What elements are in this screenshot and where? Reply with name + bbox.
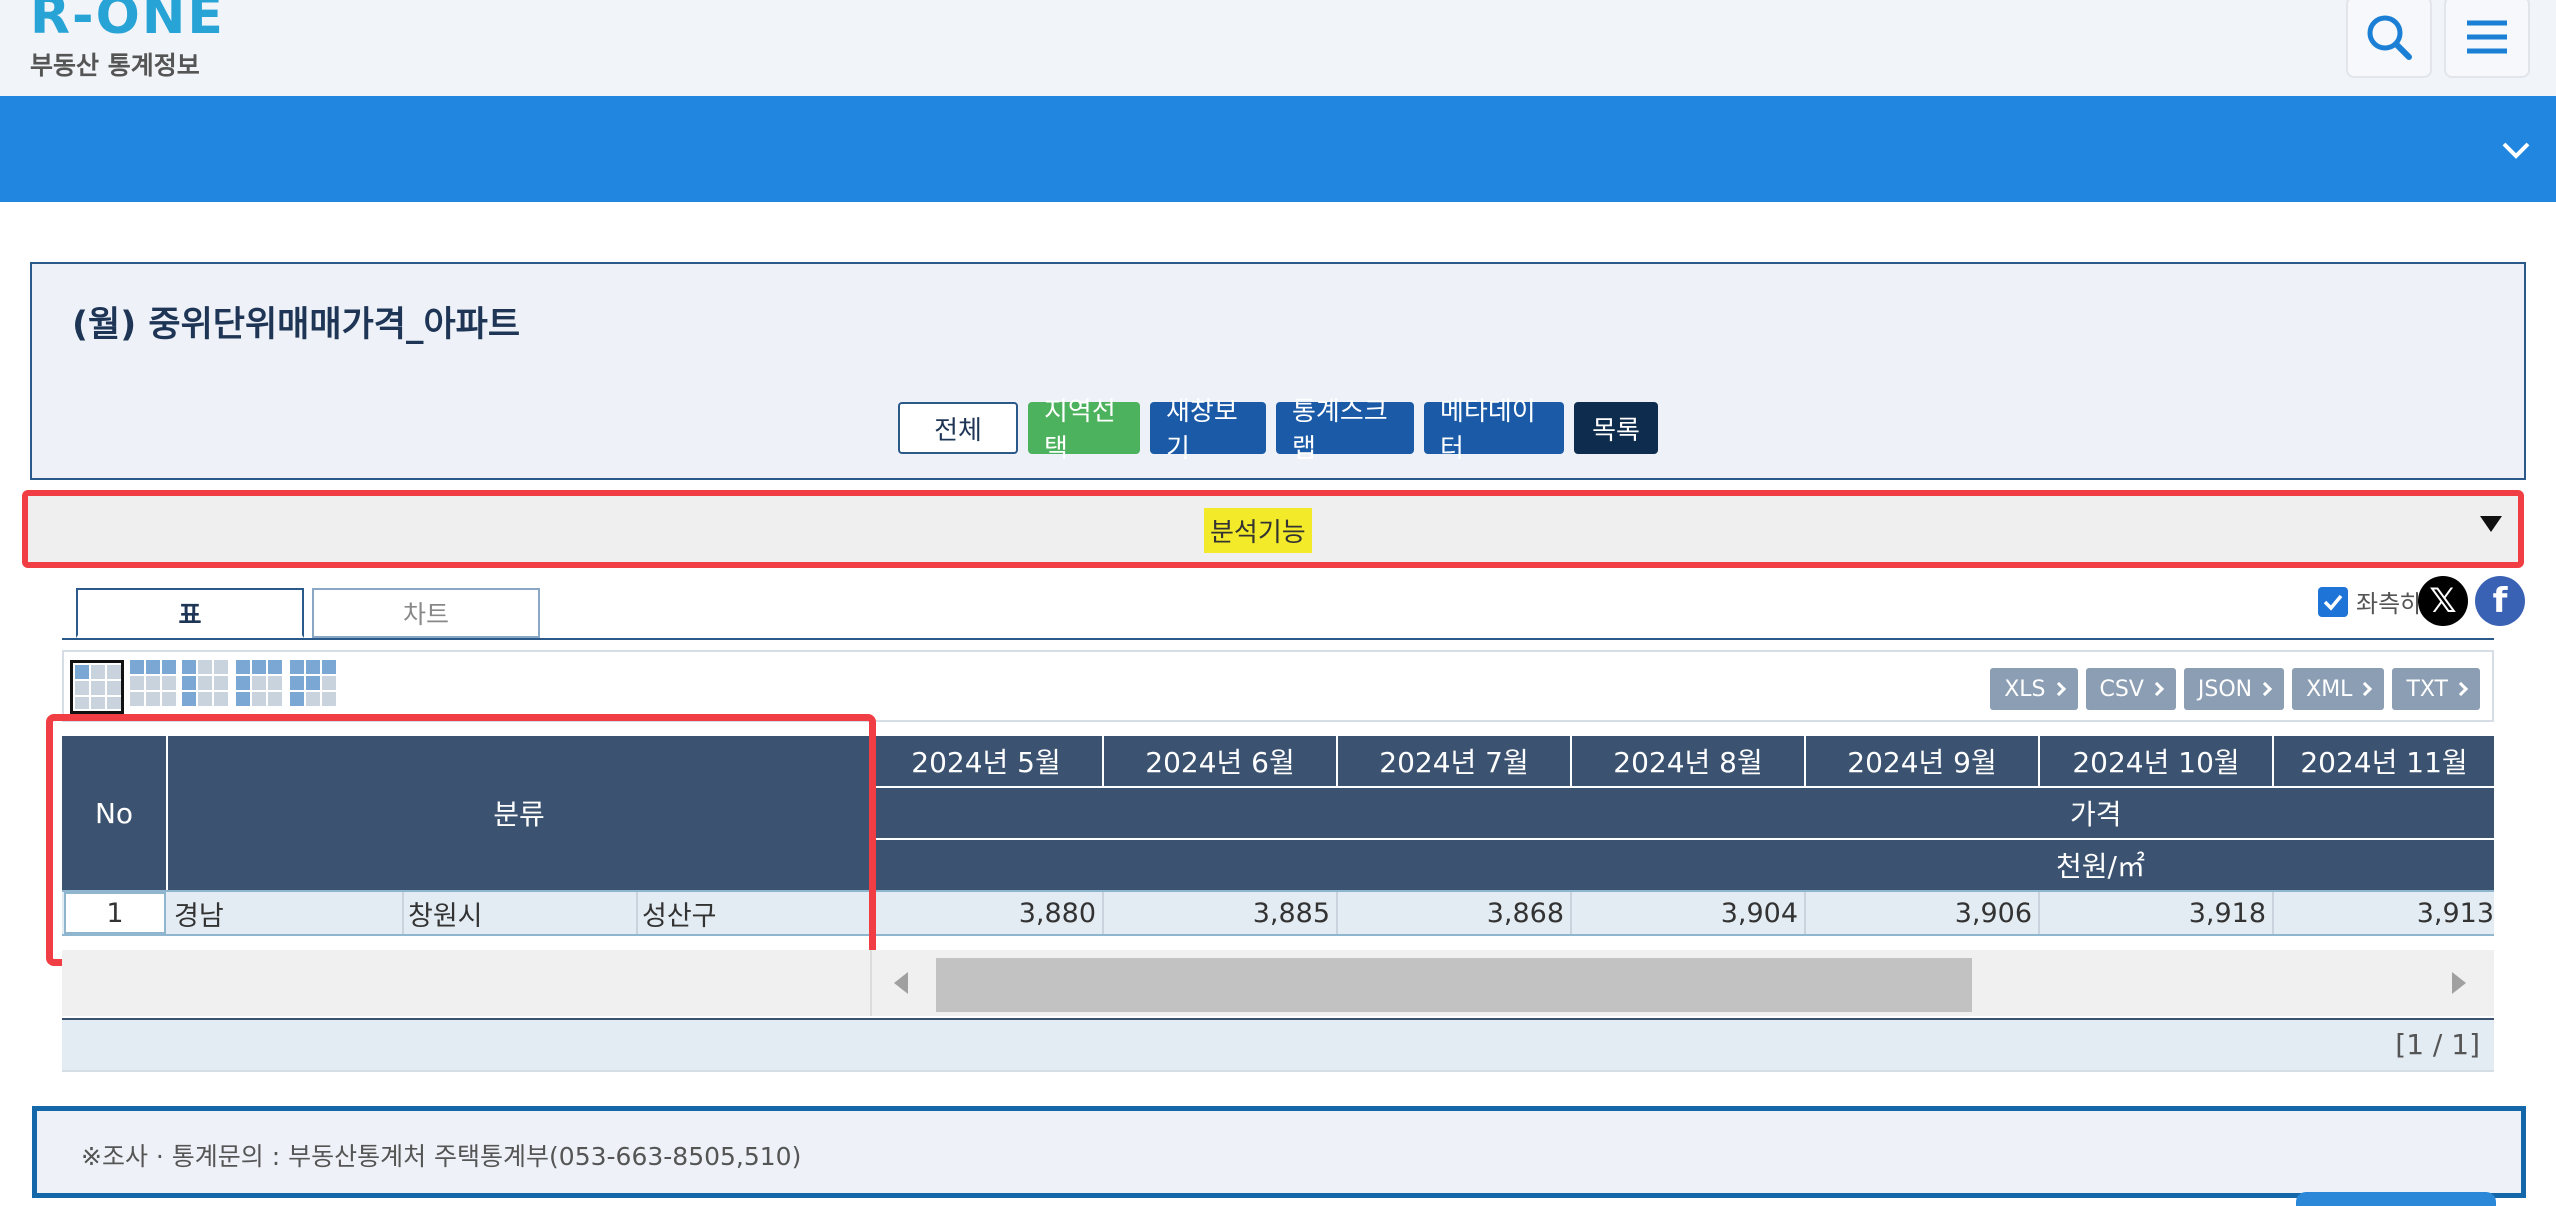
checkmark-icon (2323, 594, 2343, 611)
search-button[interactable] (2346, 0, 2432, 78)
highlight-box (46, 714, 876, 966)
tab-divider (62, 638, 2494, 640)
layout-grid-icon-3[interactable] (182, 660, 232, 710)
layout-grid-icon-5[interactable] (290, 660, 340, 710)
month-header: 2024년 9월 (1806, 736, 2038, 786)
download-csv-label: CSV (2099, 676, 2144, 702)
download-json-label: JSON (2197, 676, 2253, 702)
analysis-toggle-bar[interactable]: 분석기능 (22, 490, 2524, 568)
layout-grid-icon-1[interactable] (70, 660, 124, 714)
site-header: R-ONE 부동산 통계정보 (0, 0, 2556, 96)
value-cell: 3,904 (1572, 892, 1806, 934)
pagination: [1 / 1] (62, 1018, 2494, 1072)
month-header: 2024년 11월 (2274, 736, 2494, 786)
value-cell: 3,913 (2416, 897, 2494, 929)
table-toolbar: XLS CSV JSON XML TXT (62, 650, 2494, 722)
download-xls-button[interactable]: XLS (1990, 668, 2078, 710)
chevron-down-icon[interactable] (2498, 132, 2534, 168)
all-button[interactable]: 전체 (898, 402, 1018, 454)
left-fix-checkbox[interactable] (2318, 586, 2348, 617)
region-select-button[interactable]: 지역선택 (1028, 397, 1140, 464)
value-cell: 3,868 (1338, 892, 1572, 934)
month-header: 2024년 6월 (1104, 736, 1336, 786)
tab-table[interactable]: 표 (76, 588, 304, 638)
chevron-right-icon (2258, 681, 2273, 697)
download-txt-button[interactable]: TXT (2392, 668, 2480, 710)
month-header: 2024년 7월 (1338, 736, 1570, 786)
search-icon (2367, 15, 2412, 60)
left-fix-option[interactable]: 좌측하 (2318, 584, 2422, 619)
contact-footer: ※조사 · 통계문의 : 부동산통계처 주택통계부(053-663-8505,5… (32, 1106, 2526, 1198)
list-button[interactable]: 목록 (1574, 402, 1658, 454)
logo[interactable]: R-ONE (30, 0, 225, 46)
month-header: 2024년 10월 (2040, 736, 2272, 786)
tab-chart[interactable]: 차트 (312, 588, 540, 638)
download-json-button[interactable]: JSON (2183, 668, 2285, 710)
item-header-label: 가격 (2070, 798, 2122, 831)
month-header: 2024년 5월 (870, 736, 1102, 786)
value-cell: 3,880 (870, 892, 1104, 934)
value-cell: 3,918 (2040, 892, 2274, 934)
download-xml-label: XML (2306, 676, 2353, 702)
navigation-bar (0, 96, 2556, 202)
chevron-right-icon (2358, 681, 2373, 697)
page: R-ONE 부동산 통계정보 (월) 중위단위매매가격_아파트 전체 지역선택 … (0, 0, 2556, 1206)
chevron-right-icon (2149, 681, 2164, 697)
item-header: 가격 (870, 788, 2494, 838)
download-txt-label: TXT (2406, 676, 2448, 702)
metadata-button[interactable]: 메타데이터 (1424, 397, 1564, 464)
download-xml-button[interactable]: XML (2292, 668, 2385, 710)
x-share-icon[interactable]: 𝕏 (2418, 576, 2468, 626)
scroll-left-arrow-icon[interactable] (894, 972, 908, 994)
download-xls-label: XLS (2004, 676, 2046, 702)
page-indicator: [1 / 1] (2395, 1028, 2480, 1061)
contact-info: ※조사 · 통계문의 : 부동산통계처 주택통계부(053-663-8505,5… (81, 1142, 802, 1171)
horizontal-scroll-area (62, 950, 2494, 1016)
download-buttons: XLS CSV JSON XML TXT (1990, 668, 2480, 710)
facebook-share-icon[interactable]: f (2475, 576, 2525, 626)
triangle-down-icon (2480, 516, 2502, 532)
analysis-label: 분석기능 (1204, 508, 1312, 553)
hamburger-menu-icon (2467, 20, 2507, 54)
unit-header: 천원/㎡ (870, 840, 2494, 890)
month-header: 2024년 8월 (1572, 736, 1804, 786)
unit-header-label: 천원/㎡ (2056, 850, 2145, 883)
page-title: (월) 중위단위매매가격_아파트 (72, 305, 521, 345)
stat-title-panel: (월) 중위단위매매가격_아파트 전체 지역선택 새창보기 통계스크랩 메타데이… (30, 262, 2526, 480)
left-fix-label: 좌측하 (2356, 590, 2423, 618)
logo-subtitle: 부동산 통계정보 (30, 51, 200, 80)
chevron-right-icon (2453, 681, 2469, 697)
value-cell: 3,906 (1806, 892, 2040, 934)
panel-button-row: 전체 지역선택 새창보기 통계스크랩 메타데이터 목록 (898, 397, 1658, 464)
layout-grid-icon-2[interactable] (130, 660, 180, 710)
scrollbar-thumb[interactable] (936, 958, 1972, 1012)
value-cell: 3,885 (1104, 892, 1338, 934)
scroll-right-arrow-icon[interactable] (2452, 972, 2466, 994)
floating-tab[interactable] (2296, 1192, 2496, 1206)
download-csv-button[interactable]: CSV (2085, 668, 2176, 710)
layout-grid-icon-4[interactable] (236, 660, 286, 710)
stat-scrap-button[interactable]: 통계스크랩 (1276, 397, 1414, 464)
menu-button[interactable] (2444, 0, 2530, 78)
chevron-right-icon (2051, 681, 2066, 697)
new-window-button[interactable]: 새창보기 (1150, 397, 1266, 464)
